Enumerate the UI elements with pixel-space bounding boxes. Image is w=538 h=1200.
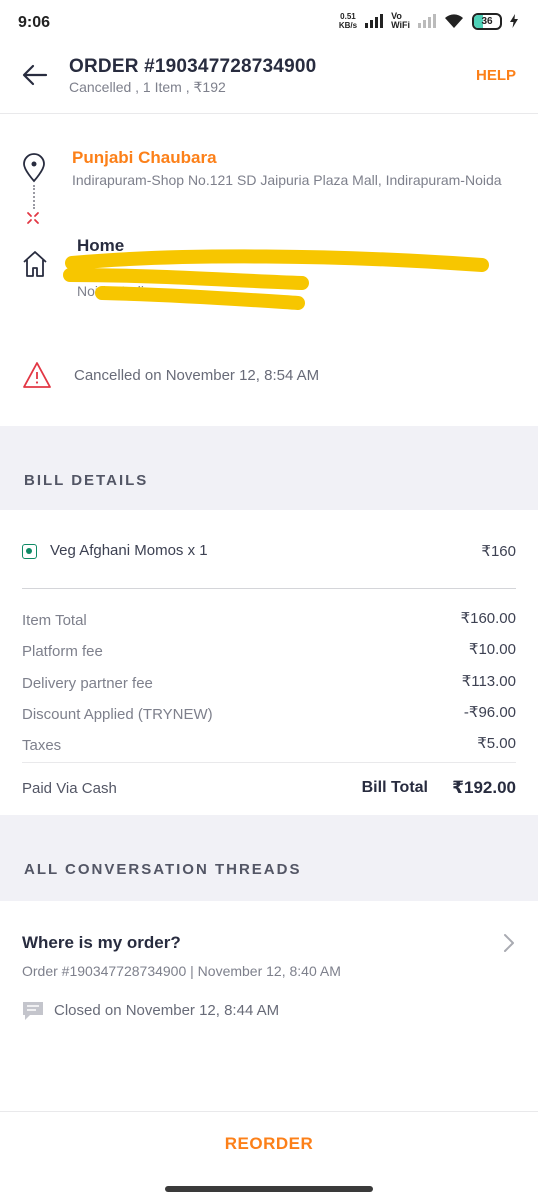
network-speed-unit: KB/s bbox=[338, 21, 358, 30]
status-bar: 9:06 0.51 KB/s Vo WiFi 36 bbox=[0, 0, 538, 46]
order-title: ORDER #190347728734900 bbox=[69, 56, 317, 77]
footer: REORDER bbox=[0, 1111, 538, 1175]
payment-method: Paid Via Cash bbox=[22, 780, 117, 797]
bill-row-value: ₹160.00 bbox=[460, 610, 516, 627]
bill-row-platform-fee: Platform fee ₹10.00 bbox=[22, 641, 516, 665]
cellular-signal-icon bbox=[365, 14, 384, 28]
vowifi-indicator: Vo WiFi bbox=[391, 12, 410, 30]
bill-row-value: -₹96.00 bbox=[463, 704, 516, 721]
divider bbox=[22, 588, 516, 589]
second-signal-icon bbox=[418, 14, 436, 28]
gesture-home-indicator[interactable] bbox=[165, 1186, 373, 1192]
cancellation-status: Cancelled on November 12, 8:54 AM bbox=[74, 367, 320, 384]
bill-row-label: Discount Applied (TRYNEW) bbox=[22, 706, 213, 723]
bill-row-value: ₹10.00 bbox=[468, 641, 516, 658]
conversation-threads-header: ALL CONVERSATION THREADS bbox=[0, 815, 538, 901]
conversation-threads-title: ALL CONVERSATION THREADS bbox=[24, 861, 302, 878]
chevron-right-icon[interactable] bbox=[502, 933, 516, 953]
wifi-icon bbox=[445, 14, 463, 28]
bill-row-label: Platform fee bbox=[22, 643, 103, 660]
conversation-thread[interactable]: Where is my order? Order #19034772873490… bbox=[0, 901, 538, 1111]
bill-row-delivery-fee: Delivery partner fee ₹113.00 bbox=[22, 673, 516, 697]
chat-icon bbox=[23, 1002, 43, 1020]
battery-icon: 36 bbox=[472, 12, 502, 30]
delivery-address-line1 bbox=[77, 261, 497, 281]
charging-bolt-icon bbox=[510, 14, 518, 28]
bill-row-item-total: Item Total ₹160.00 bbox=[22, 610, 516, 634]
reorder-button[interactable]: REORDER bbox=[0, 1134, 538, 1154]
bill-row-value: ₹113.00 bbox=[461, 673, 516, 690]
restaurant-address: Indirapuram-Shop No.121 SD Jaipuria Plaz… bbox=[72, 172, 502, 188]
bill-row-taxes: Taxes ₹5.00 bbox=[22, 735, 516, 759]
restaurant-name[interactable]: Punjabi Chaubara bbox=[72, 148, 217, 168]
bill-details-title: BILL DETAILS bbox=[24, 472, 149, 489]
delivery-address-line2: Noida, India bbox=[77, 283, 152, 299]
divider bbox=[22, 762, 516, 763]
order-summary: Cancelled , 1 Item , ₹192 bbox=[69, 79, 226, 95]
route-line bbox=[33, 185, 35, 209]
item-price: ₹160 bbox=[481, 543, 516, 560]
battery-level: 36 bbox=[481, 15, 493, 27]
delivery-address-label: Home bbox=[77, 236, 125, 255]
order-route: Punjabi Chaubara Indirapuram-Shop No.121… bbox=[0, 115, 538, 425]
order-header: ORDER #190347728734900 Cancelled , 1 Ite… bbox=[0, 46, 538, 114]
bill-row-label: Taxes bbox=[22, 737, 62, 754]
bill-row-discount: Discount Applied (TRYNEW) -₹96.00 bbox=[22, 704, 516, 728]
vowifi-bottom: WiFi bbox=[391, 20, 410, 30]
thread-meta: Order #190347728734900 | November 12, 8:… bbox=[22, 963, 341, 979]
home-icon bbox=[23, 251, 47, 277]
delivery-address: Noida, India bbox=[77, 261, 497, 301]
network-speed: 0.51 KB/s bbox=[339, 12, 357, 30]
thread-closed-status: Closed on November 12, 8:44 AM bbox=[54, 1002, 280, 1019]
location-pin-icon bbox=[23, 153, 45, 183]
warning-icon bbox=[23, 362, 51, 388]
back-arrow-icon[interactable] bbox=[20, 60, 50, 90]
bill-details: Veg Afghani Momos x 1 ₹160 Item Total ₹1… bbox=[0, 510, 538, 815]
cross-icon bbox=[27, 212, 39, 224]
bill-row-label: Delivery partner fee bbox=[22, 675, 153, 692]
bill-total-value: ₹192.00 bbox=[452, 778, 516, 797]
item-name: Veg Afghani Momos x 1 bbox=[50, 542, 208, 559]
bill-details-header: BILL DETAILS bbox=[0, 426, 538, 510]
network-speed-value: 0.51 bbox=[340, 12, 356, 21]
thread-title: Where is my order? bbox=[22, 933, 181, 952]
status-time: 9:06 bbox=[18, 14, 51, 31]
bill-total-label: Bill Total bbox=[361, 779, 428, 796]
bill-row-label: Item Total bbox=[22, 612, 87, 629]
veg-icon bbox=[22, 544, 37, 559]
status-icons: 0.51 KB/s Vo WiFi 36 bbox=[339, 12, 518, 30]
bill-row-value: ₹5.00 bbox=[477, 735, 516, 752]
help-button[interactable]: HELP bbox=[476, 67, 516, 84]
